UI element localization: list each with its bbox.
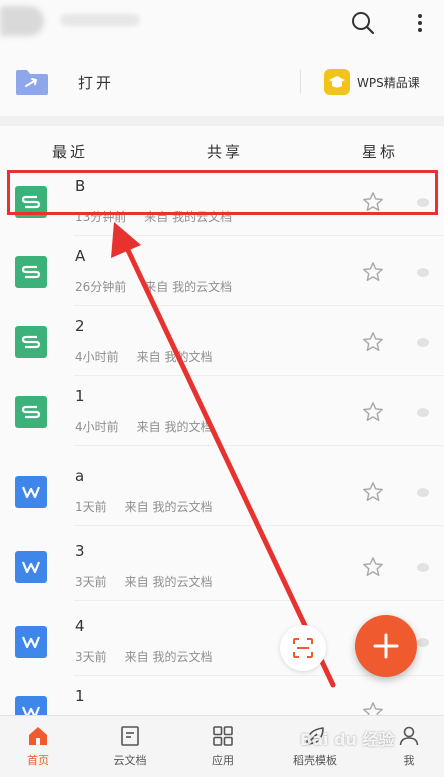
plus-icon xyxy=(373,633,399,659)
nav-label: 稻壳模板 xyxy=(293,754,337,767)
nav-label: 应用 xyxy=(212,754,234,767)
nav-label: 我 xyxy=(403,754,415,767)
nav-cloud-docs[interactable]: 云文档 xyxy=(85,716,175,777)
grid-icon xyxy=(213,726,233,746)
person-icon xyxy=(399,726,419,746)
document-icon xyxy=(121,726,139,746)
bottom-navigation: 首页 云文档 应用 稻壳模板 我 xyxy=(0,715,444,777)
nav-me[interactable]: 我 xyxy=(364,716,444,777)
scan-icon xyxy=(293,638,313,658)
nav-label: 云文档 xyxy=(113,754,147,767)
leaf-icon xyxy=(306,727,324,745)
nav-apps[interactable]: 应用 xyxy=(178,716,268,777)
nav-home[interactable]: 首页 xyxy=(0,716,83,777)
nav-templates[interactable]: 稻壳模板 xyxy=(270,716,360,777)
scan-button[interactable] xyxy=(280,625,326,671)
home-icon xyxy=(29,727,47,745)
nav-label: 首页 xyxy=(27,754,49,767)
create-new-button[interactable] xyxy=(355,615,417,677)
